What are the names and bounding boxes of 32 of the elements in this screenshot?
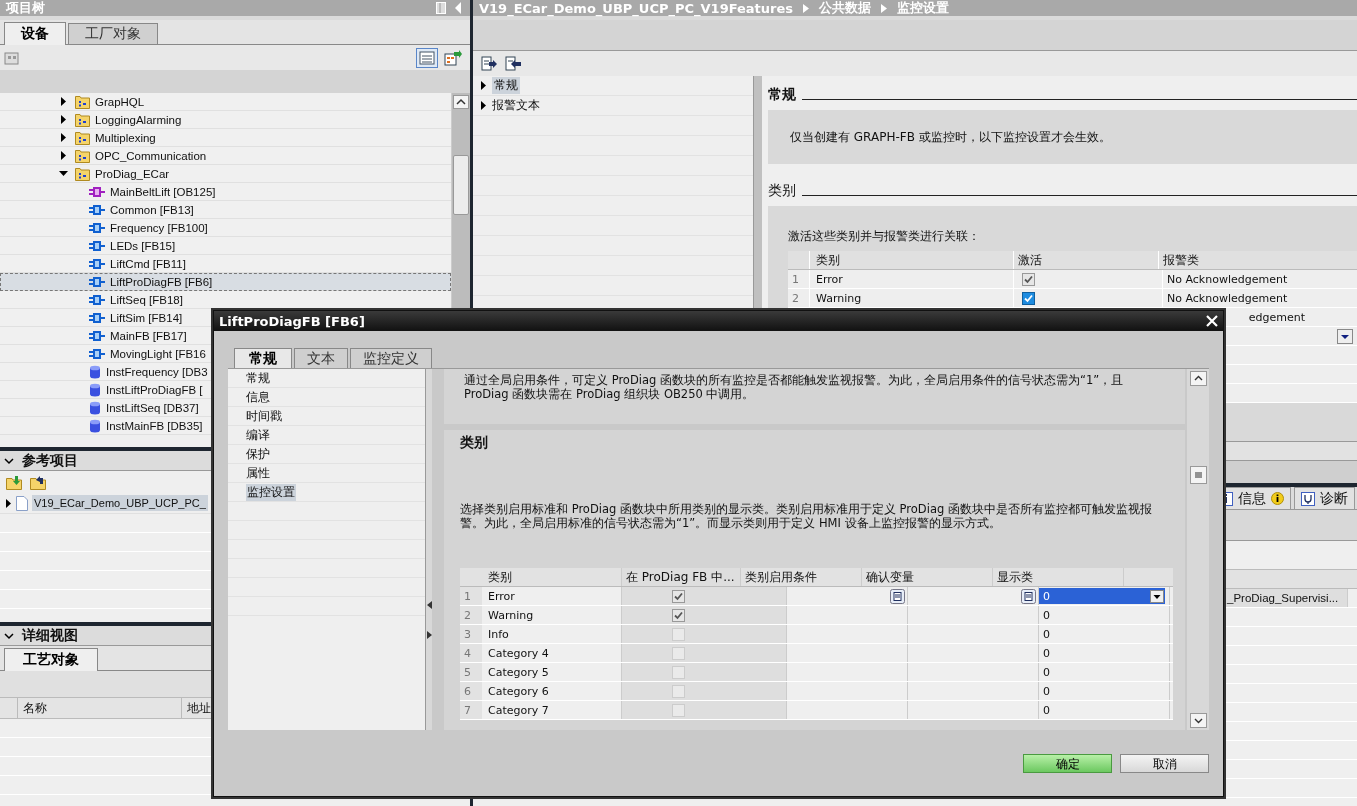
section-heading: 常规	[768, 86, 796, 104]
table-cell: Error	[810, 270, 1014, 288]
table-cell-text: No Acknowledgement	[1166, 271, 1289, 288]
table-cell-text: No Acknowledgement	[1166, 290, 1289, 307]
row-number: 5	[460, 663, 482, 681]
table-cell: 0	[1043, 703, 1050, 717]
section-title: 详细视图	[22, 626, 78, 645]
description-text: 选择类别启用标准和 ProDiag 函数块中所用类别的显示类。类别启用标准用于定义 ProDiag 函数块中是否所有监控都可触发监视报警。为此，全局启用标准的信号状态需为“1”。而显示类则用于定义 HMI 设备上监控报警的显示方式。	[460, 502, 1153, 530]
table-cell: 0	[1043, 665, 1050, 679]
row-number: 7	[460, 701, 482, 719]
row-number: 1	[460, 587, 482, 605]
instruction-text: 激活这些类别并与报警类进行关联：	[788, 228, 981, 245]
row-number: 2	[788, 289, 810, 307]
row-number: 4	[460, 644, 482, 662]
row-number: 6	[460, 682, 482, 700]
pane-title: 项目树	[6, 0, 45, 17]
section-heading: 类别	[768, 182, 796, 200]
section-heading: 类别	[460, 434, 489, 452]
section-title: 参考项目	[22, 451, 78, 470]
table-cell: _ProDiag_Supervisi...	[1225, 589, 1347, 607]
row-number: 2	[460, 606, 482, 624]
row-number: 3	[460, 625, 482, 643]
table-cell: 0	[1043, 608, 1050, 622]
table-cell: 0	[1043, 627, 1050, 641]
info-text: 仅当创建有 GRAPH-FB 或监控时，以下监控设置才会生效。	[790, 128, 1111, 146]
dialog-title: LiftProDiagFB [FB6]	[219, 313, 365, 329]
table-cell: 0	[1043, 684, 1050, 698]
table-cell: 0	[1043, 646, 1050, 660]
intro-text: 通过全局启用条件，可定义 ProDiag 函数块的所有监控是否都能触发监视报警。为此，全局启用条件的信号状态需为“1”，且 ProDiag 函数块需在 ProDiag 组织块 OB250 中调用。	[464, 373, 1125, 401]
row-number: 1	[788, 270, 810, 288]
table-cell: edgement	[1248, 310, 1305, 324]
table-cell: Warning	[810, 289, 1014, 307]
